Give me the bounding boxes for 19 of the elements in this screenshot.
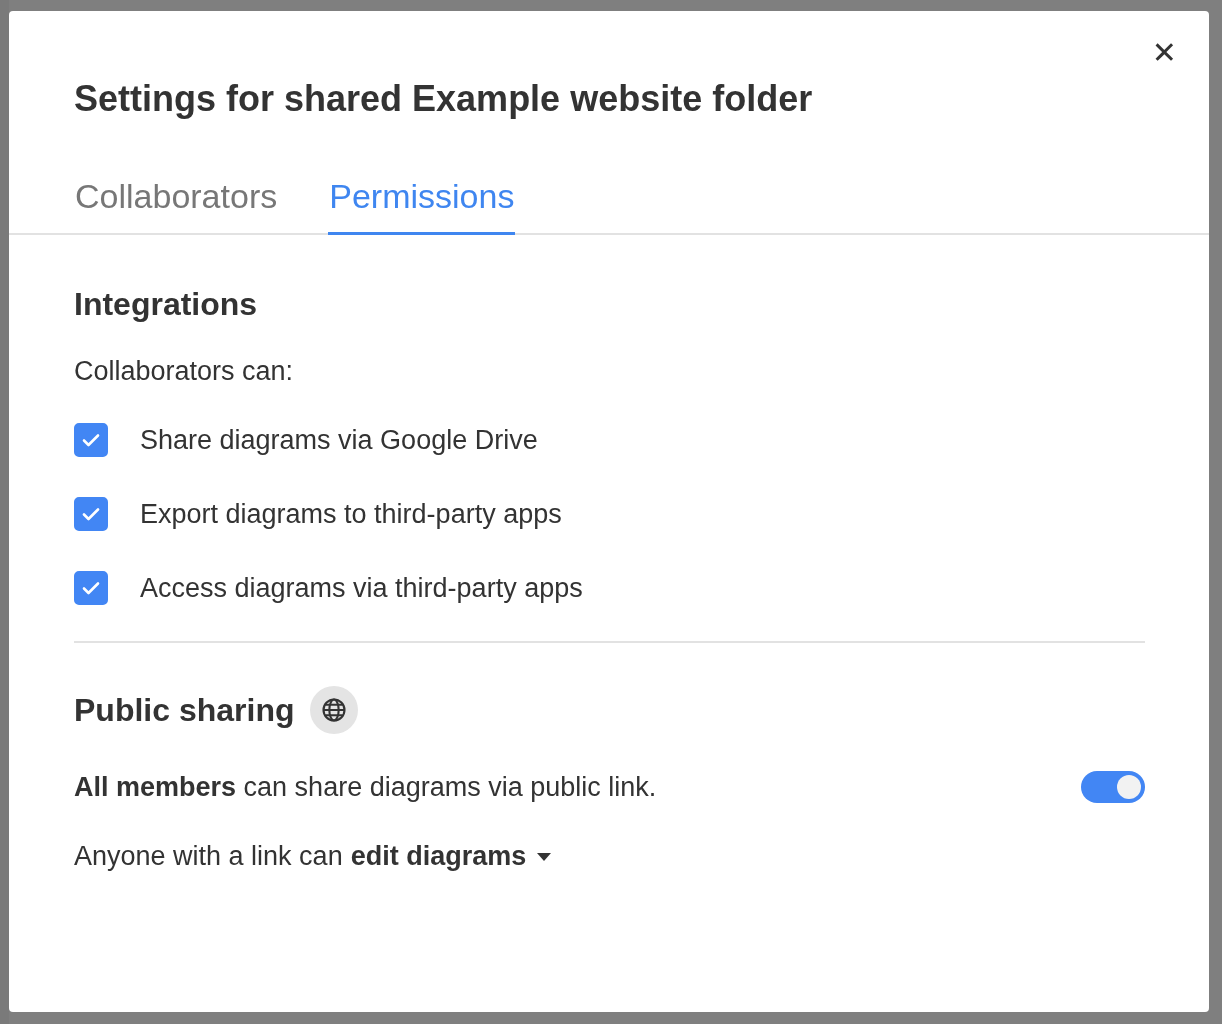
permission-dropdown[interactable]: edit diagrams xyxy=(350,841,553,872)
checkbox-label: Access diagrams via third-party apps xyxy=(140,572,583,604)
section-heading: Public sharing xyxy=(74,691,295,730)
intro-text: Collaborators can: xyxy=(74,355,295,388)
checkbox[interactable] xyxy=(74,423,108,457)
link-text: Anyone with a link can xyxy=(74,841,343,872)
globe-icon xyxy=(310,686,359,734)
checkbox[interactable] xyxy=(74,571,108,605)
close-button[interactable]: ✕ xyxy=(1145,33,1183,72)
toggle-switch[interactable] xyxy=(1081,771,1145,803)
section-heading: Integrations xyxy=(74,285,259,324)
caret-icon xyxy=(536,851,553,862)
checkbox-label: Share diagrams via Google Drive xyxy=(140,424,538,456)
sharing-text: All members can share diagrams via public link. xyxy=(74,771,657,803)
checkbox-label: Export diagrams to third-party apps xyxy=(140,498,562,530)
tab[interactable]: Collaborators xyxy=(74,169,279,235)
checkbox[interactable] xyxy=(74,497,108,531)
tab[interactable]: Permissions xyxy=(328,169,516,235)
dialog-title: Settings for shared Example website folder xyxy=(74,77,813,121)
